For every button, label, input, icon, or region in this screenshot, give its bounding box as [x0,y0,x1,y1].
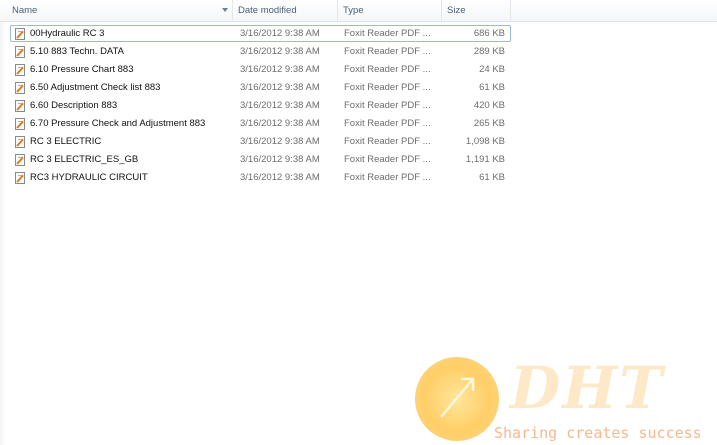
column-header-name-label: Name [12,5,38,16]
file-date-modified: 3/16/2012 9:38 AM [240,82,320,93]
file-type: Foxit Reader PDF ... [344,82,431,93]
file-row[interactable]: 6.10 Pressure Chart 883 3/16/2012 9:38 A… [10,61,511,78]
file-name: 6.70 Pressure Check and Adjustment 883 [30,118,206,129]
file-name: RC 3 ELECTRIC_ES_GB [30,154,139,165]
file-name: RC3 HYDRAULIC CIRCUIT [30,172,148,183]
sort-down-icon[interactable] [222,8,228,12]
column-header-date-modified[interactable]: Date modified [233,0,338,21]
file-size: 686 KB [473,28,505,39]
file-date-modified: 3/16/2012 9:38 AM [240,100,320,111]
file-name: 5.10 883 Techn. DATA [30,46,125,57]
file-date-modified: 3/16/2012 9:38 AM [240,136,320,147]
file-row[interactable]: RC 3 ELECTRIC_ES_GB 3/16/2012 9:38 AM Fo… [10,151,511,168]
file-date-modified: 3/16/2012 9:38 AM [240,46,320,57]
file-size: 1,098 KB [465,136,505,147]
watermark-tagline: Sharing creates success [494,424,702,442]
file-type: Foxit Reader PDF ... [344,136,431,147]
file-size: 24 KB [479,64,505,75]
file-row[interactable]: 5.10 883 Techn. DATA 3/16/2012 9:38 AM F… [10,43,511,60]
pdf-document-icon [15,136,25,148]
file-size: 265 KB [473,118,505,129]
file-size: 289 KB [473,46,505,57]
file-row[interactable]: 00Hydraulic RC 3 3/16/2012 9:38 AM Foxit… [10,25,511,42]
file-type: Foxit Reader PDF ... [344,172,431,183]
column-header-type[interactable]: Type [338,0,442,21]
file-type: Foxit Reader PDF ... [344,46,431,57]
pdf-document-icon [15,46,25,58]
pdf-document-icon [15,100,25,112]
pdf-document-icon [15,172,25,184]
column-header-date-label: Date modified [238,5,297,16]
file-date-modified: 3/16/2012 9:38 AM [240,172,320,183]
file-name: 6.50 Adjustment Check list 883 [30,82,161,93]
pdf-document-icon [15,118,25,130]
file-size: 61 KB [479,172,505,183]
file-date-modified: 3/16/2012 9:38 AM [240,118,320,129]
file-type: Foxit Reader PDF ... [344,118,431,129]
file-row[interactable]: 6.60 Description 883 3/16/2012 9:38 AM F… [10,97,511,114]
watermark: DHT Sharing creates success [410,352,717,445]
file-size: 61 KB [479,82,505,93]
file-size: 1,191 KB [465,154,505,165]
pane-edge [0,21,6,445]
file-row[interactable]: 6.70 Pressure Check and Adjustment 883 3… [10,115,511,132]
column-header-bar: Name Date modified Type Size [0,0,717,22]
column-header-type-label: Type [343,5,364,16]
file-row[interactable]: RC3 HYDRAULIC CIRCUIT 3/16/2012 9:38 AM … [10,169,511,186]
file-name: 6.60 Description 883 [30,100,118,111]
column-header-size[interactable]: Size [442,0,511,21]
pdf-document-icon [15,82,25,94]
file-row[interactable]: RC 3 ELECTRIC 3/16/2012 9:38 AM Foxit Re… [10,133,511,150]
file-size: 420 KB [473,100,505,111]
pdf-document-icon [15,64,25,76]
watermark-letters: DHT [510,354,665,422]
pdf-document-icon [15,28,25,40]
file-date-modified: 3/16/2012 9:38 AM [240,28,320,39]
pdf-document-icon [15,154,25,166]
column-header-size-label: Size [447,5,466,16]
file-type: Foxit Reader PDF ... [344,154,431,165]
file-type: Foxit Reader PDF ... [344,100,431,111]
file-type: Foxit Reader PDF ... [344,28,431,39]
watermark-logo-icon [415,357,499,441]
file-date-modified: 3/16/2012 9:38 AM [240,64,320,75]
file-date-modified: 3/16/2012 9:38 AM [240,154,320,165]
file-row[interactable]: 6.50 Adjustment Check list 883 3/16/2012… [10,79,511,96]
file-name: 6.10 Pressure Chart 883 [30,64,134,75]
file-name: 00Hydraulic RC 3 [30,28,105,39]
file-type: Foxit Reader PDF ... [344,64,431,75]
column-header-name[interactable]: Name [7,0,233,21]
file-name: RC 3 ELECTRIC [30,136,102,147]
